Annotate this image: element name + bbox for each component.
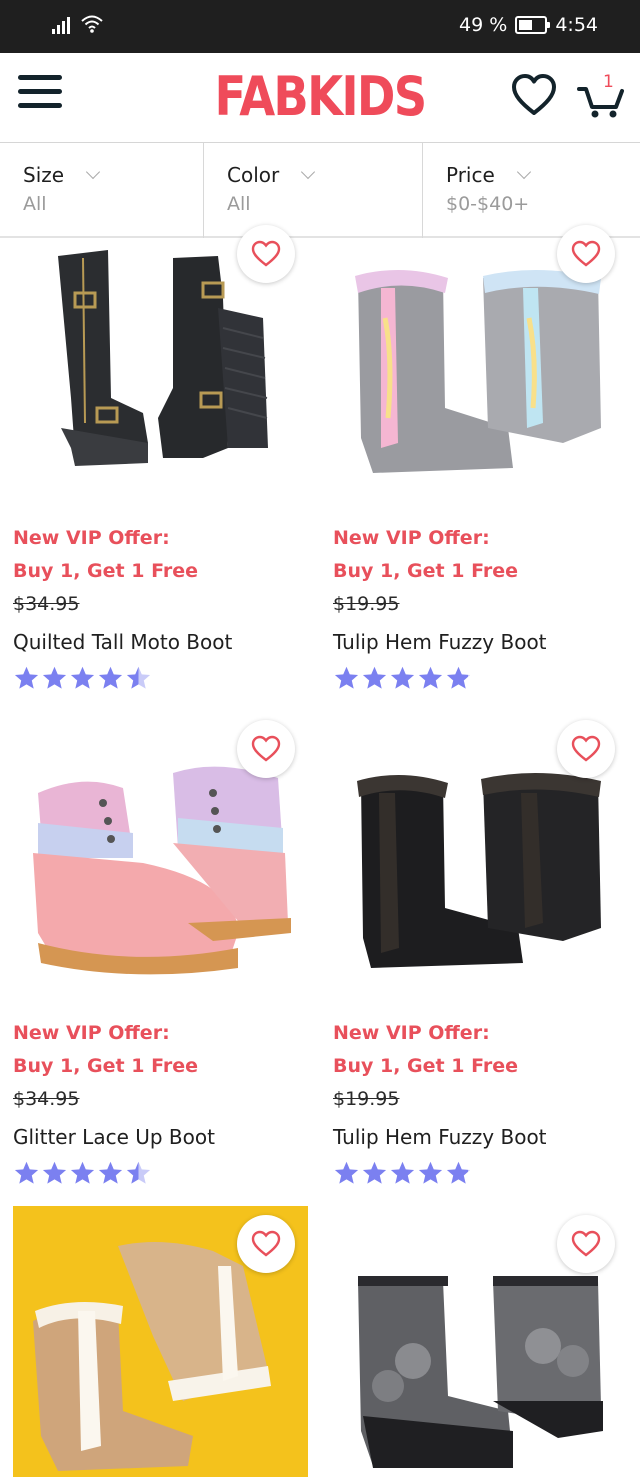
filter-value: All <box>23 193 47 215</box>
star-icon <box>98 666 123 689</box>
filter-size[interactable]: Size All <box>0 143 204 238</box>
app-header: FABKIDS 1 <box>0 53 640 143</box>
filter-value: All <box>227 193 251 215</box>
battery-icon <box>515 16 551 34</box>
star-icon <box>418 666 443 689</box>
vip-offer-label: New VIP Offer: <box>333 527 490 549</box>
original-price: $19.95 <box>333 1088 400 1110</box>
star-rating <box>333 1160 472 1187</box>
filter-label: Price <box>446 163 495 187</box>
star-icon <box>14 1161 39 1184</box>
favorite-button[interactable] <box>237 225 295 283</box>
favorite-button[interactable] <box>557 720 615 778</box>
original-price: $19.95 <box>333 593 400 615</box>
product-card[interactable]: New VIP Offer: Buy 1, Get 1 Free $34.95 … <box>13 720 318 1193</box>
battery-percent: 49 % <box>459 14 508 36</box>
filter-bar: Size All Color All Price $0-$40+ <box>0 143 640 238</box>
star-icon <box>446 666 471 689</box>
status-right: 49 % 4:54 <box>459 14 598 36</box>
star-icon <box>14 666 39 689</box>
product-card[interactable] <box>333 1206 638 1477</box>
favorite-button[interactable] <box>237 1215 295 1273</box>
star-icon <box>42 666 67 689</box>
product-name[interactable]: Tulip Hem Fuzzy Boot <box>333 630 547 654</box>
chevron-down-icon <box>516 164 531 180</box>
signal-icon <box>52 17 70 34</box>
star-icon <box>334 1161 359 1184</box>
product-card[interactable]: New VIP Offer: Buy 1, Get 1 Free $19.95 … <box>333 225 638 698</box>
favorite-button[interactable] <box>237 720 295 778</box>
star-icon <box>446 1161 471 1184</box>
star-icon <box>390 666 415 689</box>
heart-outline-icon <box>251 735 281 762</box>
star-icon <box>126 666 151 689</box>
heart-outline-icon <box>251 240 281 267</box>
star-icon <box>362 666 387 689</box>
wishlist-heart-icon[interactable] <box>511 73 557 117</box>
chevron-down-icon <box>301 164 316 180</box>
star-rating <box>13 665 152 692</box>
star-icon <box>362 1161 387 1184</box>
original-price: $34.95 <box>13 1088 80 1110</box>
cart-count: 1 <box>603 72 614 92</box>
heart-outline-icon <box>251 1230 281 1257</box>
favorite-button[interactable] <box>557 1215 615 1273</box>
filter-label: Size <box>23 163 65 187</box>
product-name[interactable]: Quilted Tall Moto Boot <box>13 630 232 654</box>
chevron-down-icon <box>85 164 101 180</box>
wifi-icon <box>81 15 103 33</box>
star-rating <box>333 665 472 692</box>
heart-outline-icon <box>571 735 601 762</box>
vip-offer-detail: Buy 1, Get 1 Free <box>13 1055 198 1077</box>
status-bar: 49 % 4:54 <box>0 0 640 53</box>
filter-price[interactable]: Price $0-$40+ <box>423 143 640 238</box>
product-name[interactable]: Glitter Lace Up Boot <box>13 1125 215 1149</box>
star-icon <box>126 1161 151 1184</box>
product-card[interactable] <box>13 1206 318 1477</box>
vip-offer-label: New VIP Offer: <box>13 527 170 549</box>
vip-offer-label: New VIP Offer: <box>333 1022 490 1044</box>
star-icon <box>418 1161 443 1184</box>
cart-icon[interactable]: 1 <box>576 69 626 119</box>
filter-value: $0-$40+ <box>446 193 530 215</box>
heart-outline-icon <box>571 1230 601 1257</box>
star-icon <box>42 1161 67 1184</box>
filter-label: Color <box>227 163 280 187</box>
clock: 4:54 <box>555 14 598 36</box>
vip-offer-detail: Buy 1, Get 1 Free <box>13 560 198 582</box>
star-rating <box>13 1160 152 1187</box>
original-price: $34.95 <box>13 593 80 615</box>
star-icon <box>390 1161 415 1184</box>
product-card[interactable]: New VIP Offer: Buy 1, Get 1 Free $34.95 … <box>13 225 318 698</box>
star-icon <box>70 666 95 689</box>
signal-wifi-group <box>52 14 104 34</box>
filter-color[interactable]: Color All <box>204 143 423 238</box>
vip-offer-detail: Buy 1, Get 1 Free <box>333 1055 518 1077</box>
star-icon <box>98 1161 123 1184</box>
vip-offer-detail: Buy 1, Get 1 Free <box>333 560 518 582</box>
heart-outline-icon <box>571 240 601 267</box>
star-icon <box>334 666 359 689</box>
product-name[interactable]: Tulip Hem Fuzzy Boot <box>333 1125 547 1149</box>
product-card[interactable]: New VIP Offer: Buy 1, Get 1 Free $19.95 … <box>333 720 638 1193</box>
favorite-button[interactable] <box>557 225 615 283</box>
star-icon <box>70 1161 95 1184</box>
vip-offer-label: New VIP Offer: <box>13 1022 170 1044</box>
